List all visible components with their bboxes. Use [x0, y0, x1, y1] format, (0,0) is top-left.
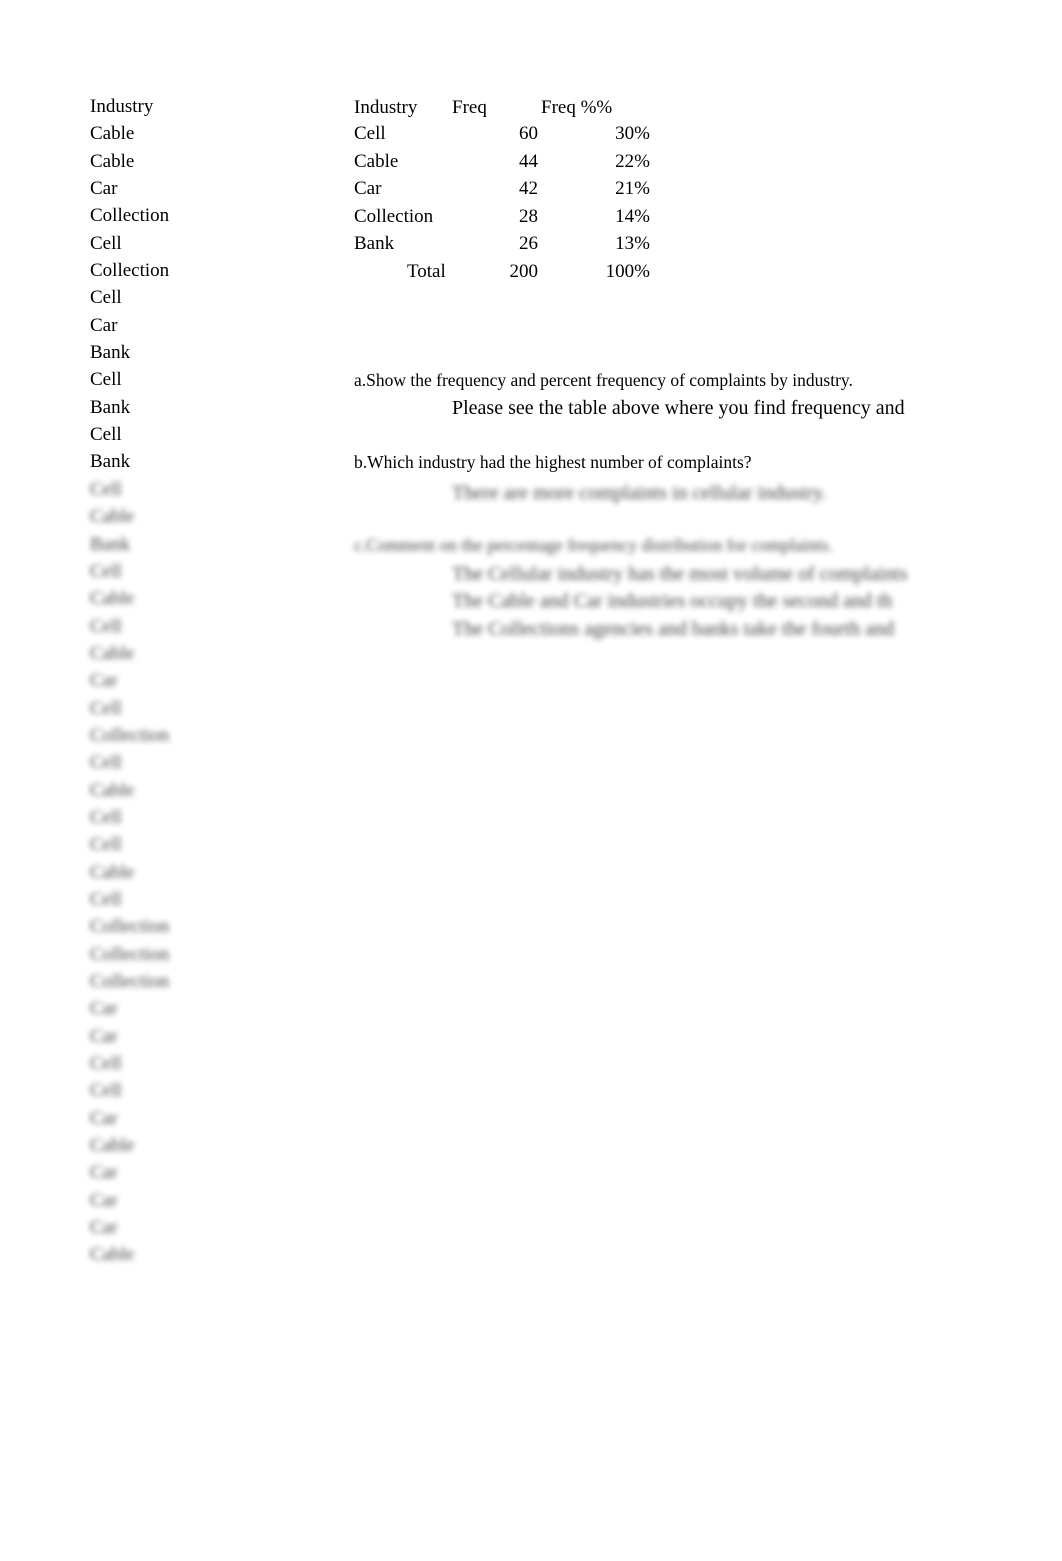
- list-item-blurred: Cable: [90, 779, 135, 801]
- list-item: Bank: [90, 396, 131, 418]
- raw-industry-column: Industry Cable Cable Car Collection Cell Coll…: [90, 96, 170, 1273]
- list-item-blurred: Cell: [90, 834, 122, 856]
- answer-b: There are more complaints in cellular in…: [452, 482, 827, 504]
- question-a: a.Show the frequency and percent frequen…: [354, 370, 853, 390]
- list-item-blurred: Car: [90, 1025, 118, 1047]
- cell-freq: 26: [519, 233, 538, 254]
- list-item-blurred: Cell: [90, 615, 122, 637]
- question-b: b.Which industry had the highest number …: [354, 452, 752, 472]
- cell-pct: 14%: [615, 206, 650, 227]
- list-item-blurred: Car: [90, 998, 118, 1020]
- list-item-blurred: Bank: [90, 533, 131, 555]
- cell-pct: 21%: [615, 178, 650, 199]
- cell-pct: 22%: [615, 151, 650, 172]
- column-header: Industry: [90, 96, 154, 117]
- list-item-blurred: Cable: [90, 506, 135, 528]
- list-item: Bank: [90, 342, 131, 364]
- list-item-blurred: Cell: [90, 888, 122, 910]
- cell-industry: Collection: [354, 206, 434, 227]
- cell-industry: Cable: [354, 151, 399, 172]
- list-item: Cell: [90, 287, 122, 309]
- list-item-blurred: Cell: [90, 1080, 122, 1102]
- answer-c-line: The Cable and Car industries occupy the …: [452, 590, 893, 612]
- list-item-blurred: Cable: [90, 1135, 135, 1157]
- list-item: Car: [90, 314, 118, 336]
- cell-industry: Cell: [354, 123, 386, 144]
- list-item-blurred: Cable: [90, 642, 135, 664]
- cell-pct: 13%: [615, 233, 650, 254]
- list-item: Collection: [90, 260, 170, 282]
- answer-c-line: The Cellular industry has the most volum…: [452, 563, 908, 585]
- header-pct: Freq %%: [541, 97, 613, 118]
- cell-freq: 60: [519, 123, 538, 144]
- question-c: c.Comment on the percentage frequency di…: [354, 535, 833, 555]
- list-item-blurred: Car: [90, 1107, 118, 1129]
- list-item-blurred: Collection: [90, 971, 170, 992]
- list-item: Cell: [90, 424, 122, 446]
- list-item-blurred: Car: [90, 1162, 118, 1184]
- list-item-blurred: Car: [90, 670, 118, 692]
- total-pct: 100%: [605, 261, 650, 282]
- list-item-blurred: Cell: [90, 806, 122, 828]
- cell-pct: 30%: [615, 123, 650, 144]
- answer-a: Please see the table above where you fin…: [452, 397, 905, 419]
- list-item: Cell: [90, 369, 122, 391]
- list-item-blurred: Cell: [90, 1053, 122, 1075]
- cell-freq: 44: [519, 151, 538, 172]
- list-item-blurred: Collection: [90, 724, 170, 746]
- cell-industry: Bank: [354, 233, 395, 254]
- list-item: Car: [90, 178, 118, 200]
- cell-freq: 42: [519, 178, 538, 199]
- list-item-blurred: Cable: [90, 588, 135, 610]
- cell-freq: 28: [519, 206, 538, 227]
- list-item: Cell: [90, 232, 122, 254]
- list-item-blurred: Collection: [90, 943, 170, 965]
- cell-industry: Car: [354, 178, 382, 199]
- list-item: Cable: [90, 150, 135, 172]
- list-item-blurred: Cell: [90, 478, 122, 500]
- list-item-blurred: Collection: [90, 916, 170, 938]
- list-item: Cable: [90, 123, 135, 145]
- list-item: Collection: [90, 205, 170, 227]
- list-item-blurred: Cell: [90, 560, 122, 582]
- list-item-blurred: Car: [90, 1189, 118, 1211]
- header-industry: Industry: [354, 97, 418, 118]
- list-item-blurred: Cell: [90, 697, 122, 719]
- list-item-blurred: Cable: [90, 861, 135, 883]
- list-item-blurred: Car: [90, 1217, 118, 1239]
- total-freq: 200: [509, 261, 539, 282]
- list-item-blurred: Cable: [90, 1244, 135, 1266]
- answer-c-line: The Collections agencies and banks take …: [452, 618, 895, 640]
- total-label: Total: [407, 261, 446, 282]
- header-freq: Freq: [452, 97, 487, 118]
- list-item: Bank: [90, 451, 131, 473]
- list-item-blurred: Cell: [90, 752, 122, 774]
